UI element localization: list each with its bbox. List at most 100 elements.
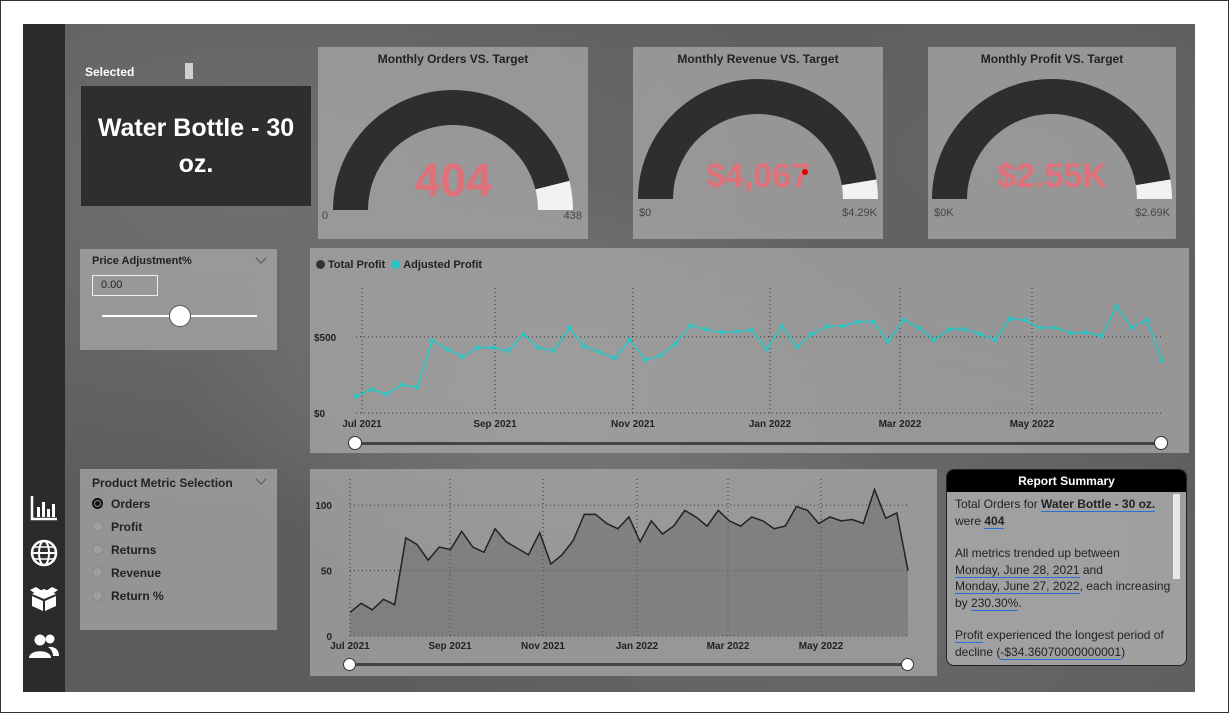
date-range-end-handle[interactable] <box>1154 436 1168 450</box>
metric-option-revenue[interactable]: Revenue <box>92 561 164 584</box>
report-scrollbar[interactable] <box>1173 494 1180 579</box>
adjusted-profit-point <box>505 348 511 353</box>
y-tick-label: $0 <box>314 409 326 420</box>
adjusted-profit-point <box>962 327 967 332</box>
gauge-orders-min: 0 <box>322 210 329 222</box>
adjusted-profit-point <box>627 337 633 343</box>
adjusted-profit-point <box>536 345 541 350</box>
adjusted-profit-point <box>1129 325 1134 331</box>
gauge-revenue-max: $4.29K <box>842 207 877 219</box>
gauge-revenue-min: $0 <box>639 207 652 219</box>
metric-option-label: Profit <box>111 519 143 534</box>
y-tick-label: 100 <box>315 501 332 512</box>
gauge-orders-value: 404 <box>414 154 492 206</box>
adjusted-profit-point <box>399 382 404 388</box>
x-tick-label: Nov 2021 <box>611 419 655 430</box>
report-summary-title: Report Summary <box>947 470 1186 492</box>
metric-option-orders[interactable]: Orders <box>92 492 164 515</box>
adjusted-profit-point <box>429 338 435 344</box>
x-tick-label: Jul 2021 <box>342 419 382 430</box>
price-adjustment-input[interactable]: 0.00 <box>92 275 158 296</box>
x-tick-label: Mar 2022 <box>707 641 750 652</box>
chevron-down-icon[interactable] <box>255 252 267 264</box>
adjusted-profit-point <box>384 391 389 397</box>
gauge-orders-card: Monthly Orders VS. Target 404 0 438 <box>318 47 588 239</box>
metric-option-returns[interactable]: Returns <box>92 538 164 561</box>
gauge-profit-card: Monthly Profit VS. Target $2.55K $0K $2.… <box>928 47 1176 239</box>
link-orders-value[interactable]: 404 <box>984 513 1005 529</box>
x-tick-label: Sep 2021 <box>428 641 472 652</box>
adjusted-profit-point <box>809 331 815 337</box>
gauge-orders-max: 438 <box>563 210 582 222</box>
adjusted-profit-point <box>901 317 906 323</box>
link-end-date[interactable]: Monday, June 27, 2022 <box>955 579 1080 594</box>
adjusted-profit-point <box>1068 330 1074 336</box>
box-icon[interactable] <box>25 581 63 615</box>
link-product[interactable]: Water Bottle - 30 oz. <box>1041 497 1156 512</box>
metric-option-label: Return % <box>111 588 164 603</box>
price-adjustment-handle[interactable] <box>169 305 191 327</box>
adjusted-profit-point <box>490 345 496 350</box>
link-start-date[interactable]: Monday, June 28, 2021 <box>955 562 1080 578</box>
date-range-track[interactable] <box>356 442 1162 445</box>
gauge-revenue-card: Monthly Revenue VS. Target $4,067 $0 $4.… <box>633 47 883 239</box>
adjusted-profit-point <box>1053 325 1058 331</box>
adjusted-profit-point <box>597 349 602 355</box>
profit-line-chart: $500 $0 Jul 2021 Sep 2021 Nov 2021 Jan 2022 Ma… <box>314 288 1165 430</box>
adjusted-profit-point <box>460 354 465 359</box>
adjusted-profit-point <box>885 339 891 344</box>
radio-button[interactable] <box>92 544 103 555</box>
y-tick-label: $500 <box>314 333 337 344</box>
selected-toggle[interactable] <box>185 63 193 79</box>
gauge-revenue-value: $4,067 <box>706 157 810 195</box>
adjusted-profit-point <box>1022 317 1028 323</box>
date-range-start-handle[interactable] <box>343 658 356 671</box>
adjusted-profit-point <box>749 327 754 333</box>
adjusted-profit-point <box>612 355 617 361</box>
metric-option-profit[interactable]: Profit <box>92 515 164 538</box>
adjusted-profit-point <box>1098 333 1104 339</box>
adjusted-profit-point <box>916 325 921 331</box>
adjusted-profit-point <box>688 323 693 328</box>
x-tick-label: Nov 2021 <box>521 641 565 652</box>
link-metric[interactable]: Profit <box>955 628 984 643</box>
adjusted-profit-point <box>718 330 724 335</box>
date-range-track[interactable] <box>350 663 908 666</box>
metric-selection-slicer: Product Metric Selection Orders Profit Ret… <box>80 469 277 630</box>
adjusted-profit-point <box>1083 330 1089 335</box>
globe-icon[interactable] <box>25 536 63 570</box>
metric-selection-title: Product Metric Selection <box>92 476 233 490</box>
selected-label: Selected <box>85 65 135 79</box>
adjusted-profit-point <box>642 357 648 363</box>
users-icon[interactable] <box>25 629 63 663</box>
adjusted-profit-point <box>794 344 800 350</box>
adjusted-profit-point <box>992 337 998 343</box>
radio-button[interactable] <box>92 567 103 578</box>
gauge-revenue-pointer <box>802 169 808 175</box>
metric-option-return[interactable]: Return % <box>92 584 164 607</box>
adjusted-profit-point <box>353 393 359 399</box>
adjusted-profit-point <box>855 319 861 324</box>
adjusted-profit-point <box>581 343 587 349</box>
orders-area-chart: 100500Jul 2021 Sep 2021 Nov 2021 Jan 2022 Ma… <box>315 479 909 652</box>
metric-option-label: Orders <box>111 496 151 511</box>
chevron-down-icon[interactable] <box>255 473 267 485</box>
radio-button[interactable] <box>92 590 103 601</box>
orders-area-chart-card: 100 50 0 Jul 2021 Sep 2021 Nov 2021 Jan 2022 Ma… <box>310 469 937 676</box>
metric-option-label: Revenue <box>111 565 162 580</box>
adjusted-profit-point <box>1007 316 1013 321</box>
link-percent[interactable]: 230.30% <box>971 595 1019 611</box>
x-tick-label: May 2022 <box>1010 419 1055 430</box>
y-tick-label: 50 <box>321 567 333 578</box>
date-range-start-handle[interactable] <box>348 436 362 450</box>
adjusted-profit-point <box>840 323 845 329</box>
adjusted-profit-point <box>1038 325 1043 331</box>
report-summary-card: Report Summary Total Orders for Water Bo… <box>946 469 1187 666</box>
adjusted-profit-point <box>703 327 709 332</box>
radio-button[interactable] <box>92 521 103 532</box>
link-decline-value[interactable]: -$34.36070000000001 <box>1000 644 1122 660</box>
x-tick-label: Sep 2021 <box>473 419 517 430</box>
bar-chart-icon[interactable] <box>25 491 63 525</box>
radio-button[interactable] <box>92 498 103 509</box>
date-range-end-handle[interactable] <box>901 658 914 671</box>
